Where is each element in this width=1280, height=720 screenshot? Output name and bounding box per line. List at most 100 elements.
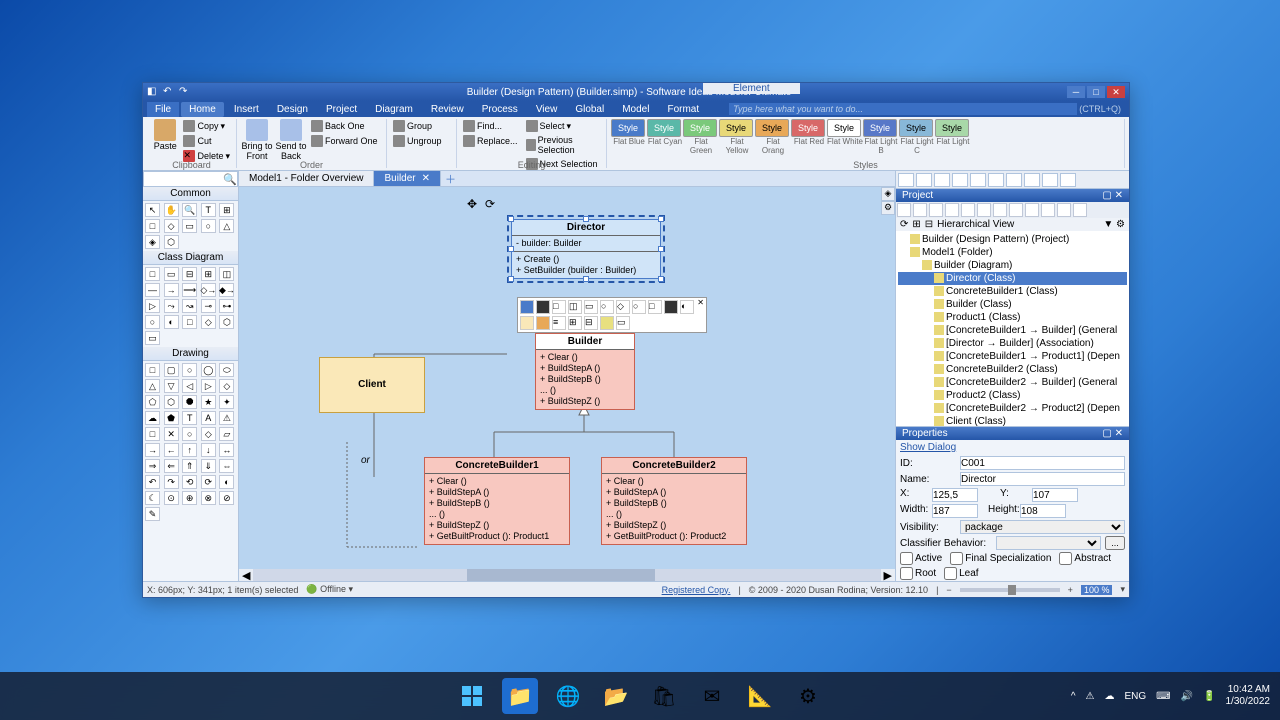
menu-insert[interactable]: Insert [226,102,267,117]
tool[interactable]: △ [145,379,160,393]
copy-button[interactable]: Copy ▾ [181,119,232,133]
tool-icon[interactable] [970,173,986,187]
class-concretebuilder2[interactable]: ConcreteBuilder2 + Clear () + BuildStepA… [601,457,747,545]
rotate-icon[interactable]: ⟳ [485,197,495,211]
tree-node[interactable]: ConcreteBuilder1 (Class) [898,285,1127,298]
tool[interactable]: ▭ [145,331,160,345]
close-button[interactable]: ✕ [1107,86,1125,98]
tool[interactable]: T [201,203,216,217]
tool[interactable]: ◐ [164,315,179,329]
zoom-minus[interactable]: − [946,585,951,595]
minimize-button[interactable]: ─ [1067,86,1085,98]
tool[interactable]: ◆→ [219,283,234,297]
paste-button[interactable]: Paste [151,119,179,151]
tool-icon[interactable] [1024,173,1040,187]
forward-one-button[interactable]: Forward One [309,134,380,148]
undo-icon[interactable]: ↶ [163,86,175,98]
prop-active-checkbox[interactable]: Active [900,552,942,565]
menu-process[interactable]: Process [474,102,526,117]
prop-final-checkbox[interactable]: Final Specialization [950,552,1051,565]
edge-icon[interactable]: 🌐 [550,678,586,714]
tool[interactable]: ⤳ [164,299,179,313]
tell-me-search[interactable]: Type here what you want to do... [729,103,1077,115]
prop-classifier-select[interactable] [996,536,1101,550]
tool-icon[interactable] [988,173,1004,187]
tree-node[interactable]: ConcreteBuilder2 (Class) [898,363,1127,376]
group-button[interactable]: Group [391,119,452,133]
prop-visibility-select[interactable]: package [960,520,1125,534]
close-tab-icon[interactable]: ✕ [422,173,430,184]
tool[interactable]: — [145,283,160,297]
tool[interactable]: ▷ [201,379,216,393]
tool[interactable]: ↓ [201,443,216,457]
tool-icon[interactable] [898,173,914,187]
tree-node[interactable]: [ConcreteBuilder1 → Product1] (Depen [898,350,1127,363]
tool-icon[interactable] [1042,173,1058,187]
tool[interactable]: ↔ [219,443,234,457]
close-quick-toolbar[interactable]: ✕ [697,298,704,307]
cut-button[interactable]: Cut [181,134,232,148]
tool[interactable]: ✎ [145,507,160,521]
menu-design[interactable]: Design [269,102,316,117]
toolbox-search[interactable]: 🔍 [143,171,238,187]
menu-format[interactable]: Format [659,102,707,117]
project-tree[interactable]: Builder (Design Pattern) (Project)Model1… [896,231,1129,426]
zoom-slider[interactable] [960,588,1060,592]
tree-node[interactable]: Product2 (Class) [898,389,1127,402]
tool[interactable]: ↑ [182,443,197,457]
menu-global[interactable]: Global [567,102,612,117]
quick-toolbar[interactable]: □◫▭○◇○□◐ ✕ ≡⊞⊟▭ [517,297,707,333]
prop-width-input[interactable] [932,504,978,518]
tool[interactable]: ↷ [164,475,179,489]
class-director[interactable]: Director - builder: Builder + Create () … [511,219,661,279]
prop-id-input[interactable] [960,456,1125,470]
tool[interactable]: □ [145,219,160,233]
tool[interactable]: ⬡ [164,395,179,409]
tool[interactable]: ✕ [164,427,179,441]
prop-y-input[interactable] [1032,488,1078,502]
tool[interactable]: ⬟ [164,411,179,425]
tool[interactable]: ⇔ [219,459,234,473]
app-taskbar-icon[interactable]: 📐 [742,678,778,714]
class-client[interactable]: Client [319,357,425,413]
tree-node[interactable]: [ConcreteBuilder2 → Product2] (Depen [898,402,1127,415]
tool[interactable]: ⊕ [182,491,197,505]
move-icon[interactable]: ✥ [467,197,477,211]
replace-button[interactable]: Replace... [461,134,520,148]
palette-class-header[interactable]: Class Diagram [143,251,238,265]
bring-front-button[interactable]: Bring to Front [241,119,273,161]
select-button[interactable]: Select ▾ [524,119,602,133]
tool[interactable]: ⚠ [219,411,234,425]
style-flat-light[interactable]: Style [935,119,969,137]
style-flat-orange[interactable]: Style [755,119,789,137]
tray-clock[interactable]: 10:42 AM 1/30/2022 [1226,684,1271,708]
tool[interactable]: ← [164,443,179,457]
tool[interactable]: ☾ [145,491,160,505]
tool[interactable]: ⇐ [164,459,179,473]
ungroup-button[interactable]: Ungroup [391,134,452,148]
tool[interactable]: ▢ [164,363,179,377]
tool[interactable]: ▭ [182,219,197,233]
tree-node[interactable]: Director (Class) [898,272,1127,285]
prop-name-input[interactable] [960,472,1125,486]
tool[interactable]: ⟲ [182,475,197,489]
tool[interactable]: ◇→ [201,283,216,297]
tool[interactable]: A [201,411,216,425]
tab-builder[interactable]: Builder✕ [374,171,441,186]
mail-icon[interactable]: ✉ [694,678,730,714]
tray-cloud-icon[interactable]: ☁ [1104,691,1114,702]
tray-chevron-icon[interactable]: ^ [1071,691,1076,702]
explorer-icon[interactable]: 📁 [502,678,538,714]
tree-node[interactable]: [ConcreteBuilder2 → Builder] (General [898,376,1127,389]
tool[interactable]: → [164,283,179,297]
show-dialog-link[interactable]: Show Dialog [896,440,1129,455]
tool[interactable]: □ [145,427,160,441]
tree-node[interactable]: [Director → Builder] (Association) [898,337,1127,350]
palette-drawing-header[interactable]: Drawing [143,347,238,361]
tool[interactable]: ◇ [164,219,179,233]
tool[interactable]: ⬠ [145,395,160,409]
tool[interactable]: ★ [201,395,216,409]
add-tab-button[interactable]: ＋ [441,171,460,189]
tool[interactable]: ⬭ [219,363,234,377]
scroll-right-icon[interactable]: ▶ [881,569,895,581]
